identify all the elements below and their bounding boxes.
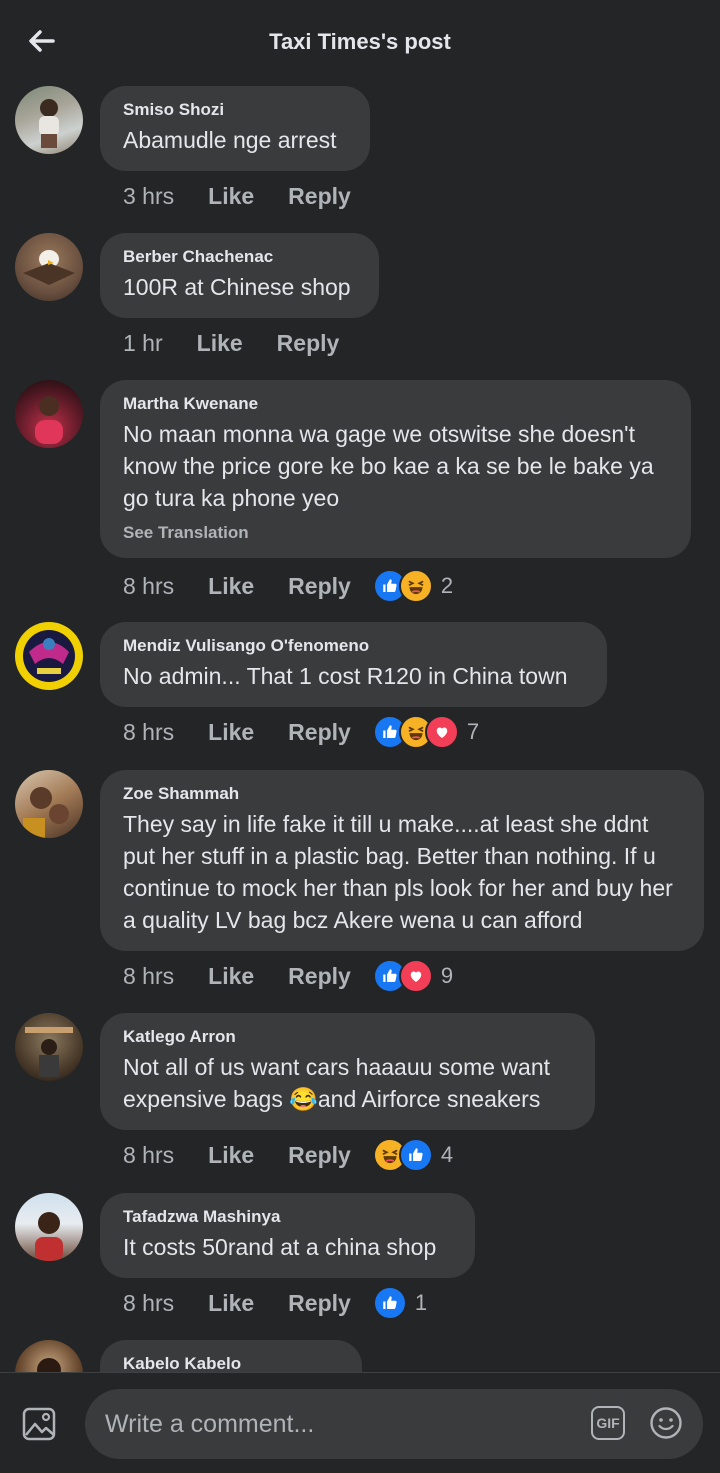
reaction-count: 9 bbox=[440, 963, 454, 988]
gif-button[interactable]: GIF bbox=[591, 1406, 625, 1440]
avatar-photo bbox=[23, 250, 75, 285]
reaction-summary[interactable]: 7 bbox=[372, 715, 480, 749]
avatar[interactable] bbox=[15, 622, 83, 690]
comment-actions: 8 hrs Like Reply 1 bbox=[123, 1286, 428, 1320]
comment-text: They say in life fake it till u make....… bbox=[123, 811, 673, 933]
comment-list[interactable]: Smiso Shozi Abamudle nge arrest 3 hrs Li… bbox=[0, 0, 720, 1372]
comment-bubble[interactable]: Zoe Shammah They say in life fake it til… bbox=[100, 770, 704, 951]
emoji-button[interactable] bbox=[649, 1406, 683, 1440]
comment-text: Not all of us want cars haaauu some want… bbox=[123, 1051, 572, 1115]
avatar[interactable] bbox=[15, 1013, 83, 1081]
reaction-count: 1 bbox=[414, 1290, 428, 1315]
avatar-photo bbox=[35, 396, 63, 444]
comment-bubble[interactable]: Katlego Arron Not all of us want cars ha… bbox=[100, 1013, 595, 1130]
reply-button[interactable]: Reply bbox=[288, 963, 351, 990]
tears-of-joy-emoji: 😂 bbox=[289, 1086, 318, 1112]
reaction-summary[interactable]: 9 bbox=[372, 959, 454, 993]
comment-text: It costs 50rand at a china shop bbox=[123, 1234, 437, 1260]
reply-button[interactable]: Reply bbox=[288, 1142, 351, 1169]
avatar-photo bbox=[25, 1027, 73, 1077]
reply-button[interactable]: Reply bbox=[277, 330, 340, 357]
comment-bubble[interactable]: Tafadzwa Mashinya It costs 50rand at a c… bbox=[100, 1193, 475, 1278]
photo-icon bbox=[22, 1407, 56, 1441]
see-translation-link[interactable]: See Translation bbox=[123, 523, 668, 543]
comment-time[interactable]: 3 hrs bbox=[123, 183, 174, 210]
like-reaction-icon bbox=[372, 1286, 407, 1320]
avatar[interactable] bbox=[15, 380, 83, 448]
comment-author[interactable]: Mendiz Vulisango O'fenomeno bbox=[123, 636, 584, 656]
avatar-photo bbox=[23, 630, 75, 682]
post-header: Taxi Times's post bbox=[0, 0, 720, 84]
comment-text: No admin... That 1 cost R120 in China to… bbox=[123, 663, 568, 689]
comment-author[interactable]: Kabelo Kabelo bbox=[123, 1354, 339, 1372]
comment-input-container[interactable]: GIF bbox=[85, 1389, 703, 1459]
like-reaction-icon bbox=[398, 1138, 433, 1172]
comment-text: Abamudle nge arrest bbox=[123, 127, 337, 153]
like-button[interactable]: Like bbox=[208, 1290, 254, 1317]
comment-text: No maan monna wa gage we otswitse she do… bbox=[123, 421, 654, 511]
avatar-photo bbox=[37, 1358, 61, 1372]
reply-button[interactable]: Reply bbox=[288, 183, 351, 210]
comment-author[interactable]: Tafadzwa Mashinya bbox=[123, 1207, 452, 1227]
avatar-photo bbox=[39, 99, 59, 148]
comment-time[interactable]: 1 hr bbox=[123, 330, 163, 357]
avatar[interactable] bbox=[15, 233, 83, 301]
page-title: Taxi Times's post bbox=[269, 29, 451, 54]
comment-bubble[interactable]: Mendiz Vulisango O'fenomeno No admin... … bbox=[100, 622, 607, 707]
reaction-count: 7 bbox=[466, 719, 480, 744]
reply-button[interactable]: Reply bbox=[288, 1290, 351, 1317]
comment-text: 100R at Chinese shop bbox=[123, 274, 351, 300]
avatar[interactable] bbox=[15, 1340, 83, 1372]
reaction-count: 4 bbox=[440, 1142, 454, 1167]
comment-author[interactable]: Zoe Shammah bbox=[123, 784, 681, 804]
comment-input[interactable] bbox=[103, 1408, 577, 1440]
reply-button[interactable]: Reply bbox=[288, 719, 351, 746]
avatar-photo bbox=[23, 787, 69, 838]
avatar[interactable] bbox=[15, 1193, 83, 1261]
avatar[interactable] bbox=[15, 86, 83, 154]
love-reaction-icon bbox=[398, 959, 433, 993]
comment-actions: 8 hrs Like Reply 7 bbox=[123, 715, 480, 749]
comment-text-part: and Airforce sneakers bbox=[317, 1086, 541, 1112]
reply-button[interactable]: Reply bbox=[288, 573, 351, 600]
comment-time[interactable]: 8 hrs bbox=[123, 719, 174, 746]
like-button[interactable]: Like bbox=[208, 719, 254, 746]
comment-bubble[interactable]: Berber Chachenac 100R at Chinese shop bbox=[100, 233, 379, 318]
comment-bubble[interactable]: Smiso Shozi Abamudle nge arrest bbox=[100, 86, 370, 171]
emoji-icon bbox=[650, 1407, 682, 1439]
like-button[interactable]: Like bbox=[208, 183, 254, 210]
comment-author[interactable]: Smiso Shozi bbox=[123, 100, 347, 120]
comment-bubble[interactable]: Martha Kwenane No maan monna wa gage we … bbox=[100, 380, 691, 558]
avatar[interactable] bbox=[15, 770, 83, 838]
like-button[interactable]: Like bbox=[197, 330, 243, 357]
love-reaction-icon bbox=[424, 715, 459, 749]
comment-author[interactable]: Berber Chachenac bbox=[123, 247, 356, 267]
comment-time[interactable]: 8 hrs bbox=[123, 573, 174, 600]
reaction-count: 2 bbox=[440, 573, 454, 598]
comment-actions: 8 hrs Like Reply 4 bbox=[123, 1138, 454, 1172]
comment-actions: 8 hrs Like Reply 9 bbox=[123, 959, 454, 993]
comment-author[interactable]: Martha Kwenane bbox=[123, 394, 668, 414]
comment-actions: 3 hrs Like Reply bbox=[123, 180, 351, 212]
reaction-summary[interactable]: 4 bbox=[372, 1138, 454, 1172]
comment-actions: 1 hr Like Reply bbox=[123, 327, 339, 359]
comment-actions: 8 hrs Like Reply 2 bbox=[123, 569, 454, 603]
comment-author[interactable]: Katlego Arron bbox=[123, 1027, 572, 1047]
comment-time[interactable]: 8 hrs bbox=[123, 1142, 174, 1169]
comment-composer: GIF bbox=[0, 1372, 720, 1473]
like-button[interactable]: Like bbox=[208, 1142, 254, 1169]
comment-time[interactable]: 8 hrs bbox=[123, 1290, 174, 1317]
like-button[interactable]: Like bbox=[208, 573, 254, 600]
reaction-summary[interactable]: 1 bbox=[372, 1286, 428, 1320]
comment-bubble[interactable]: Kabelo Kabelo bbox=[100, 1340, 362, 1372]
avatar-photo bbox=[35, 1212, 63, 1261]
haha-reaction-icon bbox=[398, 569, 433, 603]
reaction-summary[interactable]: 2 bbox=[372, 569, 454, 603]
add-photo-button[interactable] bbox=[20, 1403, 60, 1443]
like-button[interactable]: Like bbox=[208, 963, 254, 990]
comment-time[interactable]: 8 hrs bbox=[123, 963, 174, 990]
